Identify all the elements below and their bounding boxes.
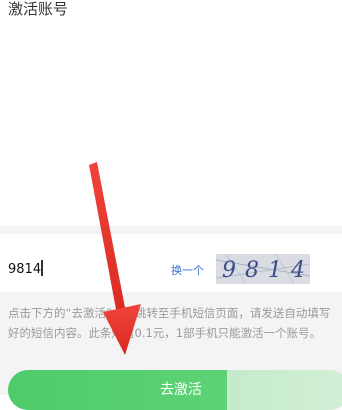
activation-notice: 点击下方的“去激活”，将跳转至手机短信页面，请发送自动填写好的短信内容。此条短信…: [8, 306, 331, 340]
refresh-captcha-link[interactable]: 换一个: [171, 262, 204, 278]
captcha-characters: 9814: [222, 258, 310, 283]
page-title: 激活账号: [8, 0, 69, 18]
text-caret: [41, 260, 43, 276]
captcha-image[interactable]: 9814: [216, 254, 310, 284]
activate-button[interactable]: 去激活: [8, 370, 342, 410]
verification-code-input[interactable]: [8, 258, 158, 280]
captcha-graphic: 9814: [216, 254, 310, 284]
